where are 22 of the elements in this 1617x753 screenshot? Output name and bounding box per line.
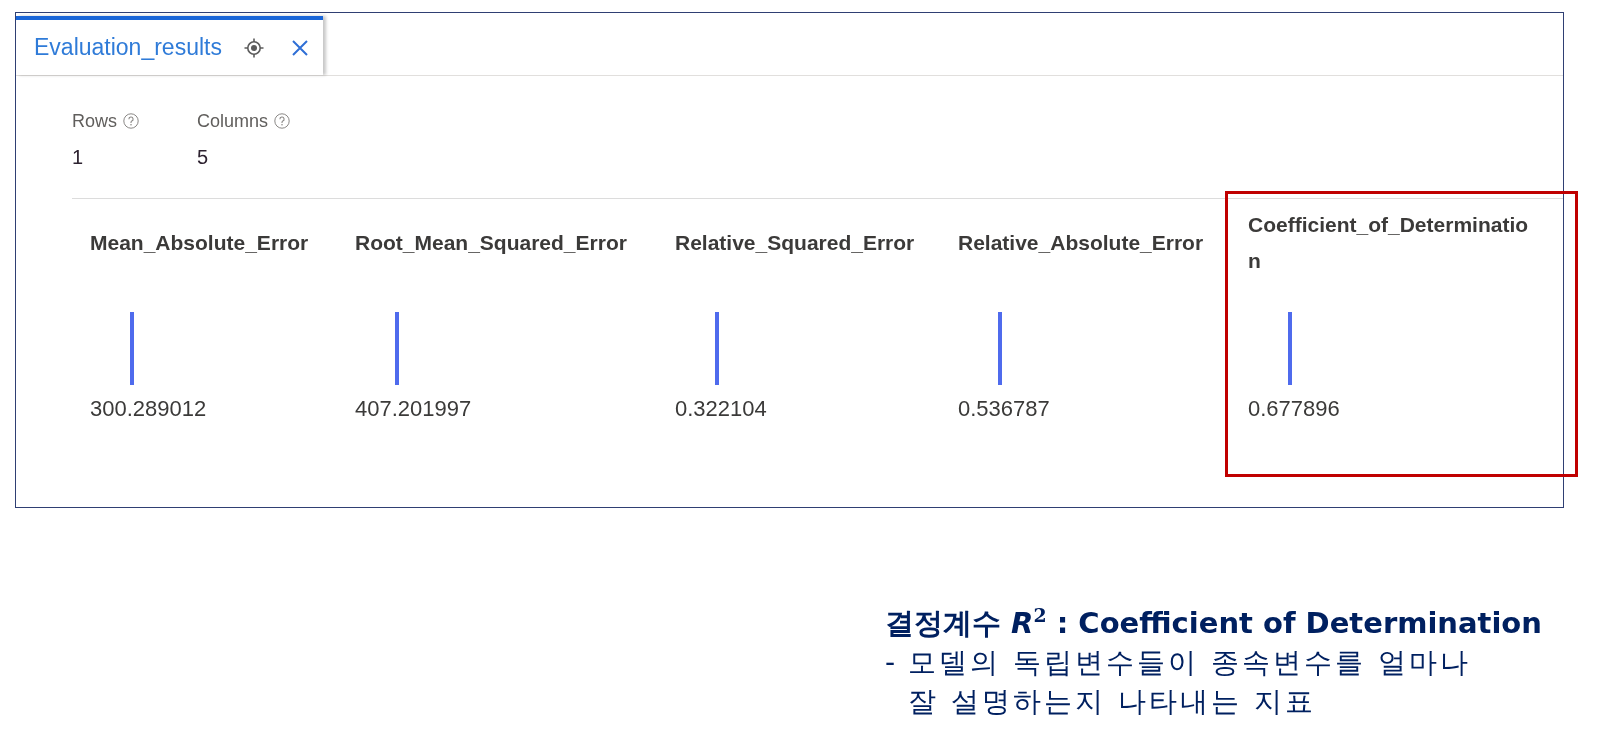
help-icon[interactable] — [274, 113, 291, 129]
column-heading: Relative_Absolute_Error — [958, 230, 1204, 256]
tab[interactable]: Evaluation_results — [16, 16, 323, 75]
metric-value: 0.536787 — [958, 395, 1051, 423]
stat-value: 5 — [197, 145, 210, 170]
crosshair-icon[interactable] — [243, 37, 264, 58]
column-heading: Mean_Absolute_Error — [90, 230, 309, 256]
metric-value: 0.322104 — [675, 395, 768, 423]
column-heading: Relative_Squared_Error — [675, 230, 915, 256]
column-heading: Root_Mean_Squared_Error — [355, 230, 627, 256]
metric-value: 407.201997 — [355, 395, 473, 423]
stat-label: Rows — [72, 110, 117, 133]
list-marker: - — [885, 645, 897, 681]
stat-value: 1 — [72, 145, 85, 170]
metric-value: 300.289012 — [90, 395, 208, 423]
help-icon[interactable] — [123, 113, 139, 129]
close-icon[interactable] — [291, 39, 308, 56]
metric-value: 0.677896 — [1248, 395, 1341, 423]
definition-text: 모델의 독립변수들이 종속변수를 얼마나 잘 설명하는지 나타내는 지표 — [908, 645, 1471, 720]
column-heading: Coefficient_of_Determination — [1248, 212, 1530, 274]
stat-label: Columns — [197, 110, 269, 133]
note-heading: 결정계수 R$^{2}$ : Coefficient of Determination — [885, 604, 1543, 642]
